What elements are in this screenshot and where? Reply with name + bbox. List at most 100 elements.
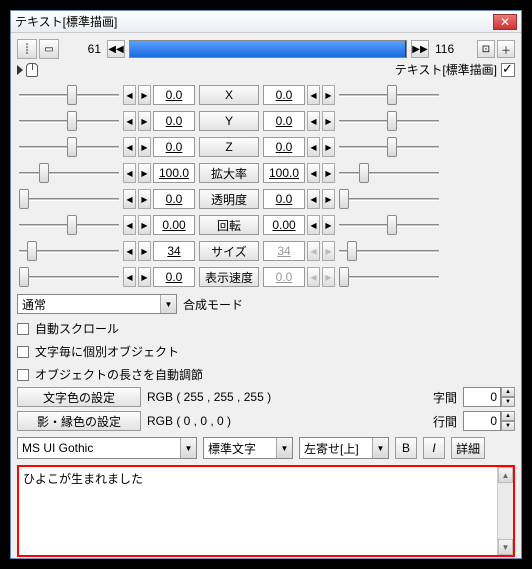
font-weight-select[interactable]: 標準文字▼ (203, 437, 293, 459)
spin-up-icon[interactable]: ▲ (501, 411, 515, 421)
param-label-button[interactable]: Z (199, 137, 259, 157)
pin-button[interactable]: ⊡ (477, 40, 495, 58)
italic-button[interactable]: I (423, 437, 445, 459)
slider-right[interactable] (339, 189, 439, 209)
value-right[interactable]: 0.0 (263, 189, 305, 209)
value-left[interactable]: 0.0 (153, 85, 195, 105)
dec-left-icon[interactable]: ◀ (123, 85, 136, 105)
slider-right[interactable] (339, 163, 439, 183)
inc-left-icon[interactable]: ▶ (138, 163, 151, 183)
dec-left-icon[interactable]: ◀ (123, 163, 136, 183)
inc-left-icon[interactable]: ▶ (138, 267, 151, 287)
value-right[interactable]: 100.0 (263, 163, 305, 183)
inc-left-icon[interactable]: ▶ (138, 215, 151, 235)
slider-right[interactable] (339, 215, 439, 235)
scrollbar[interactable]: ▲ ▼ (497, 467, 513, 555)
forward-button[interactable]: ▶▶ (411, 40, 429, 58)
value-right[interactable]: 0.0 (263, 267, 305, 287)
param-label-button[interactable]: 透明度 (199, 189, 259, 209)
spin-down-icon[interactable]: ▼ (501, 397, 515, 407)
dec-right-icon[interactable]: ◀ (307, 111, 320, 131)
inc-right-icon[interactable]: ▶ (322, 163, 335, 183)
dec-right-icon[interactable]: ◀ (307, 267, 320, 287)
value-left[interactable]: 0.00 (153, 215, 195, 235)
check-autoscroll[interactable]: 自動スクロール (17, 320, 515, 337)
scroll-up-icon[interactable]: ▲ (498, 467, 513, 483)
dec-right-icon[interactable]: ◀ (307, 137, 320, 157)
value-left[interactable]: 34 (153, 241, 195, 261)
dec-right-icon[interactable]: ◀ (307, 241, 320, 261)
text-color-button[interactable]: 文字色の設定 (17, 387, 141, 407)
slider-left[interactable] (19, 137, 119, 157)
add-button[interactable]: ＋ (497, 40, 515, 58)
inc-right-icon[interactable]: ▶ (322, 85, 335, 105)
inc-right-icon[interactable]: ▶ (322, 241, 335, 261)
param-label-button[interactable]: サイズ (199, 241, 259, 261)
inc-left-icon[interactable]: ▶ (138, 85, 151, 105)
dec-right-icon[interactable]: ◀ (307, 85, 320, 105)
value-right[interactable]: 34 (263, 241, 305, 261)
slider-right[interactable] (339, 267, 439, 287)
slider-left[interactable] (19, 267, 119, 287)
slider-right[interactable] (339, 241, 439, 261)
dec-right-icon[interactable]: ◀ (307, 189, 320, 209)
dec-left-icon[interactable]: ◀ (123, 111, 136, 131)
slider-left[interactable] (19, 85, 119, 105)
inc-right-icon[interactable]: ▶ (322, 189, 335, 209)
value-right[interactable]: 0.0 (263, 111, 305, 131)
slider-right[interactable] (339, 137, 439, 157)
expand-icon[interactable] (17, 65, 23, 75)
dec-left-icon[interactable]: ◀ (123, 137, 136, 157)
value-right[interactable]: 0.0 (263, 85, 305, 105)
dec-right-icon[interactable]: ◀ (307, 163, 320, 183)
check-perchar[interactable]: 文字毎に個別オブジェクト (17, 343, 515, 360)
value-left[interactable]: 0.0 (153, 267, 195, 287)
inc-left-icon[interactable]: ▶ (138, 111, 151, 131)
slider-left[interactable] (19, 111, 119, 131)
inc-right-icon[interactable]: ▶ (322, 111, 335, 131)
detail-button[interactable]: 詳細 (451, 437, 485, 459)
slider-left[interactable] (19, 189, 119, 209)
scroll-down-icon[interactable]: ▼ (498, 539, 513, 555)
inc-right-icon[interactable]: ▶ (322, 215, 335, 235)
inc-right-icon[interactable]: ▶ (322, 137, 335, 157)
spin-up-icon[interactable]: ▲ (501, 387, 515, 397)
tool-icon-2[interactable]: ▭ (39, 39, 59, 59)
dec-left-icon[interactable]: ◀ (123, 189, 136, 209)
param-label-button[interactable]: X (199, 85, 259, 105)
value-right[interactable]: 0.00 (263, 215, 305, 235)
text-input[interactable] (19, 467, 497, 555)
slider-right[interactable] (339, 85, 439, 105)
close-button[interactable]: ✕ (493, 14, 517, 30)
value-left[interactable]: 0.0 (153, 111, 195, 131)
param-label-button[interactable]: 回転 (199, 215, 259, 235)
blend-select[interactable]: 通常 ▼ (17, 294, 177, 314)
inc-left-icon[interactable]: ▶ (138, 137, 151, 157)
param-label-button[interactable]: 拡大率 (199, 163, 259, 183)
align-select[interactable]: 左寄せ[上]▼ (299, 437, 389, 459)
spacing-input[interactable] (463, 387, 501, 407)
inc-left-icon[interactable]: ▶ (138, 189, 151, 209)
dec-right-icon[interactable]: ◀ (307, 215, 320, 235)
leading-spin[interactable]: ▲▼ (463, 411, 515, 431)
slider-right[interactable] (339, 111, 439, 131)
param-label-button[interactable]: 表示速度 (199, 267, 259, 287)
check-autolen[interactable]: オブジェクトの長さを自動調節 (17, 366, 515, 383)
value-left[interactable]: 0.0 (153, 189, 195, 209)
slider-left[interactable] (19, 215, 119, 235)
inc-right-icon[interactable]: ▶ (322, 267, 335, 287)
timeline-bar[interactable] (129, 40, 407, 58)
font-family-select[interactable]: MS UI Gothic▼ (17, 437, 197, 459)
value-left[interactable]: 0.0 (153, 137, 195, 157)
slider-left[interactable] (19, 241, 119, 261)
shadow-color-button[interactable]: 影・縁色の設定 (17, 411, 141, 431)
dec-left-icon[interactable]: ◀ (123, 267, 136, 287)
dec-left-icon[interactable]: ◀ (123, 241, 136, 261)
param-label-button[interactable]: Y (199, 111, 259, 131)
leading-input[interactable] (463, 411, 501, 431)
spacing-spin[interactable]: ▲▼ (463, 387, 515, 407)
value-left[interactable]: 100.0 (153, 163, 195, 183)
spin-down-icon[interactable]: ▼ (501, 421, 515, 431)
object-enable-checkbox[interactable] (501, 63, 515, 77)
slider-left[interactable] (19, 163, 119, 183)
